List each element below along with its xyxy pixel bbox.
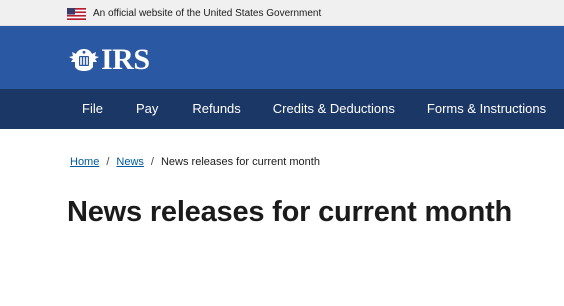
- header-logo-bar: IRS: [0, 26, 564, 89]
- nav-item-forms-instructions[interactable]: Forms & Instructions: [427, 89, 546, 129]
- main-nav-list: File Pay Refunds Credits & Deductions Fo…: [82, 89, 546, 129]
- breadcrumb: Home / News / News releases for current mont…: [70, 155, 320, 169]
- breadcrumb-separator: /: [106, 156, 110, 168]
- gov-banner-text: An official website of the United States…: [93, 8, 322, 19]
- irs-logo-link[interactable]: IRS: [67, 44, 150, 76]
- gov-banner: An official website of the United States…: [0, 0, 564, 26]
- nav-item-pay[interactable]: Pay: [136, 89, 158, 129]
- nav-item-file[interactable]: File: [82, 89, 103, 129]
- nav-item-refunds[interactable]: Refunds: [192, 89, 240, 129]
- page-title: News releases for current month: [67, 196, 513, 228]
- breadcrumb-news-link[interactable]: News: [116, 156, 144, 168]
- breadcrumb-current: News releases for current month: [160, 156, 320, 168]
- logo-text: IRS: [101, 43, 150, 76]
- breadcrumb-home-link[interactable]: Home: [70, 156, 99, 168]
- nav-item-credits-deductions[interactable]: Credits & Deductions: [273, 89, 395, 129]
- breadcrumb-separator: /: [150, 156, 154, 168]
- irs-eagle-icon: [69, 49, 99, 71]
- main-nav: File Pay Refunds Credits & Deductions Fo…: [0, 89, 564, 129]
- us-flag-icon: [67, 8, 86, 20]
